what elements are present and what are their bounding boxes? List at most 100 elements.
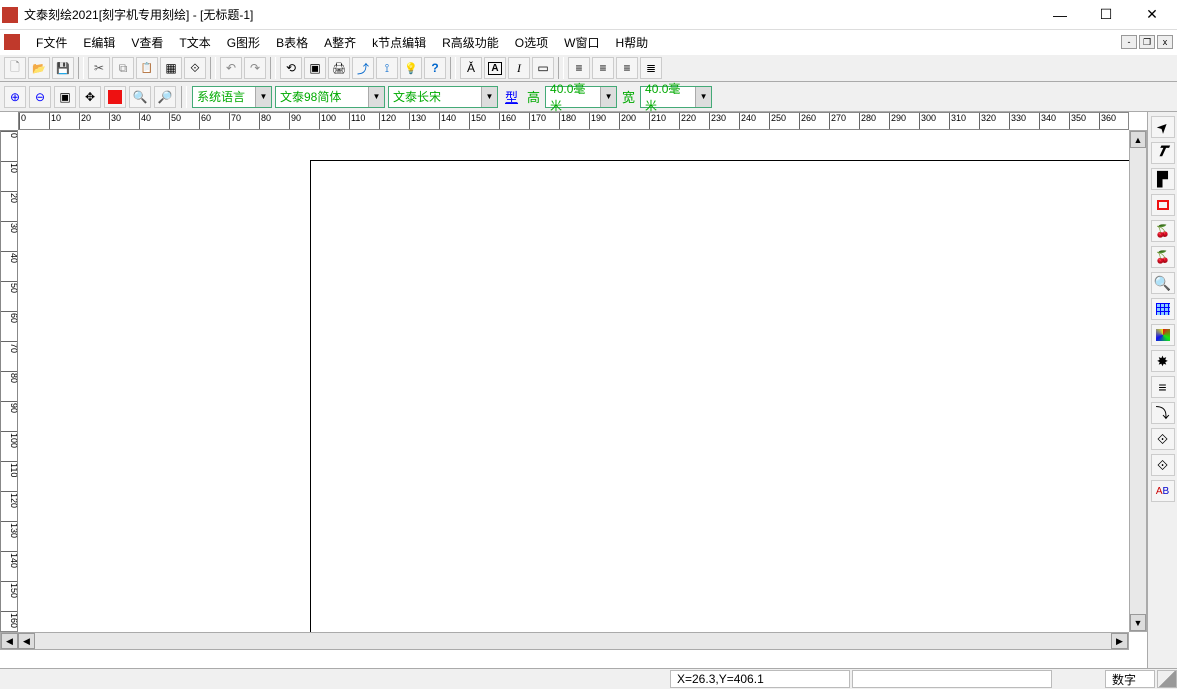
clipart-tool[interactable] (1151, 220, 1175, 242)
align-right-button[interactable] (616, 57, 638, 79)
ruler-tick: 120 (379, 113, 396, 130)
bold-button[interactable] (484, 57, 506, 79)
height-label: 高 (525, 87, 542, 106)
help-button[interactable] (424, 57, 446, 79)
mdi-controls: - ❐ x (1121, 35, 1173, 49)
scroll-left2-icon[interactable]: ◀ (18, 633, 35, 649)
scroll-track[interactable] (1130, 148, 1146, 614)
main-toolbar: ▦ ⟐ ⟲ ▣ ⤴ ⟟ Ǎ ▭ (0, 54, 1177, 82)
menu-help[interactable]: H帮助 (607, 32, 656, 53)
text-vertical-button[interactable]: Ǎ (460, 57, 482, 79)
line-tool[interactable]: ▛ (1151, 168, 1175, 190)
scroll-right-icon[interactable]: ▶ (1111, 633, 1128, 649)
type-button[interactable]: 型 (501, 87, 522, 106)
menu-options[interactable]: O选项 (507, 32, 556, 53)
rect-tool[interactable] (1151, 194, 1175, 216)
tool-button-1[interactable]: ⟐ (184, 57, 206, 79)
text-frame-button[interactable]: ▭ (532, 57, 554, 79)
menu-text[interactable]: T文本 (171, 32, 218, 53)
tips-button[interactable] (400, 57, 422, 79)
redo-button[interactable] (244, 57, 266, 79)
ruler-tick: 40 (139, 113, 151, 130)
grid-button[interactable]: ▦ (160, 57, 182, 79)
font-combo[interactable]: 文泰98简体 ▼ (275, 86, 385, 108)
ab-tool[interactable]: AB (1151, 480, 1175, 502)
menu-align[interactable]: A整齐 (316, 32, 364, 53)
cut-button[interactable] (88, 57, 110, 79)
select-tool[interactable] (1151, 116, 1175, 138)
fill-button[interactable] (104, 86, 126, 108)
zoom-region-button[interactable]: ▣ (54, 86, 76, 108)
ruler-tick: 350 (1069, 113, 1086, 130)
ruler-tick: 20 (1, 191, 18, 203)
status-coords: X=26.3,Y=406.1 (670, 670, 850, 688)
ruler-tick: 260 (799, 113, 816, 130)
height-value: 40.0毫米 (546, 80, 600, 114)
export-tool[interactable]: ⤵ (1151, 402, 1175, 424)
ruler-tick: 220 (679, 113, 696, 130)
language-value: 系统语言 (193, 88, 255, 105)
layout-button[interactable]: ▣ (304, 57, 326, 79)
table-tool[interactable] (1151, 298, 1175, 320)
mdi-minimize[interactable]: - (1121, 35, 1137, 49)
node-tool[interactable] (1151, 350, 1175, 372)
clipart2-tool[interactable] (1151, 246, 1175, 268)
zoom-page-button[interactable]: 🔍 (129, 86, 151, 108)
ruler-tick: 200 (619, 113, 636, 130)
scroll-up-icon[interactable]: ▲ (1130, 131, 1146, 148)
menu-table[interactable]: B表格 (268, 32, 316, 53)
undo-button[interactable] (220, 57, 242, 79)
open-button[interactable] (28, 57, 50, 79)
magnify-tool[interactable]: 🔍 (1151, 272, 1175, 294)
color-tool[interactable] (1151, 324, 1175, 346)
horizontal-scrollbar[interactable]: ◀ ◀ ▶ (0, 632, 1129, 650)
zoom-out-button[interactable] (29, 86, 51, 108)
new-button[interactable] (4, 57, 26, 79)
italic-button[interactable] (508, 57, 530, 79)
menu-view[interactable]: V查看 (123, 32, 171, 53)
mdi-close[interactable]: x (1157, 35, 1173, 49)
menu-file[interactable]: F文件 (28, 32, 75, 53)
align-left-button[interactable] (568, 57, 590, 79)
link1-tool[interactable]: ⟐ (1151, 428, 1175, 450)
scroll-down-icon[interactable]: ▼ (1130, 614, 1146, 631)
canvas[interactable] (18, 130, 1129, 632)
pan-button[interactable] (79, 86, 101, 108)
ruler-tick: 90 (1, 401, 18, 413)
maximize-button[interactable]: ☐ (1083, 0, 1129, 30)
font-style-combo[interactable]: 文泰长宋 ▼ (388, 86, 498, 108)
scroll-track[interactable] (35, 633, 1111, 649)
output-button[interactable]: ⤴ (352, 57, 374, 79)
link2-tool[interactable]: ⟐ (1151, 454, 1175, 476)
height-field[interactable]: 40.0毫米 ▼ (545, 86, 617, 108)
text-tool[interactable] (1151, 142, 1175, 164)
menu-node[interactable]: k节点编辑 (364, 32, 434, 53)
align-justify-button[interactable] (640, 57, 662, 79)
save-button[interactable] (52, 57, 74, 79)
menu-graphics[interactable]: G图形 (219, 32, 268, 53)
width-field[interactable]: 40.0毫米 ▼ (640, 86, 712, 108)
ruler-tick: 20 (79, 113, 91, 130)
align-center-button[interactable] (592, 57, 614, 79)
mdi-restore[interactable]: ❐ (1139, 35, 1155, 49)
copy-button[interactable] (112, 57, 134, 79)
measure-button[interactable]: ⟟ (376, 57, 398, 79)
close-button[interactable]: ✕ (1129, 0, 1175, 30)
menu-advanced[interactable]: R高级功能 (434, 32, 507, 53)
paste-button[interactable] (136, 57, 158, 79)
menu-edit[interactable]: E编辑 (75, 32, 123, 53)
zoom-in-button[interactable] (4, 86, 26, 108)
print-button[interactable] (328, 57, 350, 79)
horizontal-ruler[interactable]: 0102030405060708090100110120130140150160… (18, 112, 1129, 130)
vertical-scrollbar[interactable]: ▲ ▼ (1129, 130, 1147, 632)
language-combo[interactable]: 系统语言 ▼ (192, 86, 272, 108)
scroll-left-icon[interactable]: ◀ (1, 633, 18, 649)
minimize-button[interactable]: ― (1037, 0, 1083, 30)
align-tool[interactable]: ≡ (1151, 376, 1175, 398)
menu-window[interactable]: W窗口 (556, 32, 607, 53)
ruler-tick: 150 (469, 113, 486, 130)
resize-grip[interactable] (1157, 670, 1177, 688)
vertical-ruler[interactable]: 0102030405060708090100110120130140150160… (0, 130, 18, 632)
zoom-all-button[interactable]: 🔎 (154, 86, 176, 108)
refresh-button[interactable]: ⟲ (280, 57, 302, 79)
